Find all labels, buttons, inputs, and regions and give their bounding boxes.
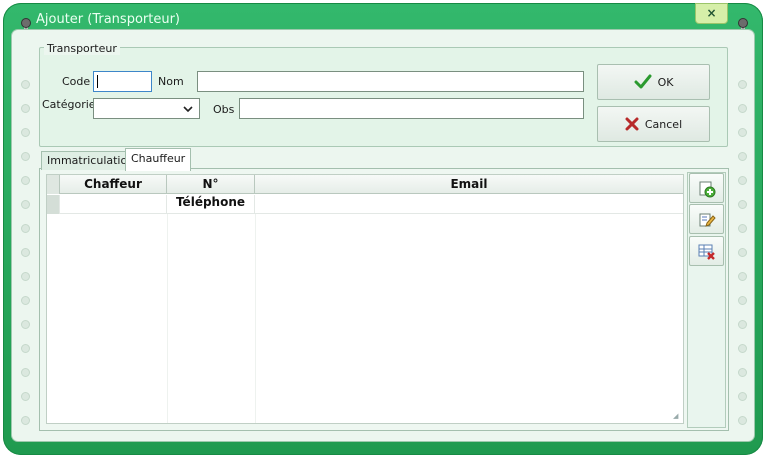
obs-field[interactable] bbox=[239, 98, 584, 119]
nom-label: Nom bbox=[158, 75, 184, 88]
resize-grip[interactable]: ◢ bbox=[673, 412, 678, 420]
binder-ring-top-left bbox=[21, 18, 31, 28]
punch-hole bbox=[738, 368, 747, 377]
delete-row-button[interactable] bbox=[689, 236, 724, 266]
punch-hole bbox=[21, 344, 30, 353]
window-title: Ajouter (Transporteur) bbox=[36, 12, 180, 27]
chevron-down-icon bbox=[183, 106, 193, 113]
punch-hole bbox=[738, 416, 747, 425]
column-header-email[interactable]: Email bbox=[255, 175, 683, 194]
punch-hole bbox=[738, 152, 747, 161]
row-selector[interactable] bbox=[47, 195, 60, 214]
cancel-label: Cancel bbox=[644, 117, 683, 131]
cell-chaffeur[interactable] bbox=[60, 195, 167, 214]
punch-hole bbox=[738, 392, 747, 401]
edit-row-button[interactable] bbox=[689, 204, 724, 234]
obs-label: Obs bbox=[213, 103, 235, 116]
punch-hole bbox=[738, 248, 747, 257]
punch-hole bbox=[21, 392, 30, 401]
column-divider bbox=[167, 214, 168, 423]
punch-hole bbox=[21, 320, 30, 329]
punch-hole bbox=[738, 320, 747, 329]
punch-hole bbox=[738, 128, 747, 137]
add-row-button[interactable] bbox=[689, 173, 724, 203]
punch-hole bbox=[21, 200, 30, 209]
punch-hole bbox=[738, 224, 747, 233]
column-header-telephone[interactable]: N° Téléphone bbox=[167, 175, 255, 209]
punch-hole bbox=[738, 80, 747, 89]
column-divider bbox=[255, 214, 256, 423]
edit-record-icon bbox=[699, 213, 716, 227]
punch-hole bbox=[21, 80, 30, 89]
nom-field[interactable] bbox=[197, 71, 584, 92]
punch-hole bbox=[21, 248, 30, 257]
add-record-icon bbox=[699, 181, 716, 198]
close-button[interactable]: × bbox=[695, 3, 728, 24]
punch-hole bbox=[21, 368, 30, 377]
chauffeur-grid: Chaffeur N° Téléphone Email bbox=[46, 174, 684, 424]
punch-hole bbox=[738, 104, 747, 113]
punch-hole bbox=[738, 200, 747, 209]
punch-hole bbox=[21, 224, 30, 233]
cancel-button[interactable]: Cancel bbox=[597, 106, 710, 142]
punch-hole bbox=[21, 176, 30, 185]
punch-hole bbox=[21, 296, 30, 305]
punch-hole bbox=[738, 272, 747, 281]
binder-ring-top-right bbox=[738, 18, 748, 28]
cell-telephone[interactable] bbox=[167, 195, 255, 214]
punch-hole bbox=[738, 344, 747, 353]
punch-hole bbox=[21, 128, 30, 137]
cross-icon bbox=[625, 117, 639, 131]
tab-chauffeur[interactable]: Chauffeur bbox=[125, 148, 192, 171]
punch-hole bbox=[738, 296, 747, 305]
categorie-label: Catégorie bbox=[42, 98, 96, 111]
ok-button[interactable]: OK bbox=[597, 64, 710, 100]
punch-hole bbox=[21, 416, 30, 425]
transporteur-legend: Transporteur bbox=[44, 42, 120, 55]
delete-record-icon bbox=[698, 244, 715, 260]
punch-hole bbox=[738, 176, 747, 185]
grid-header: Chaffeur N° Téléphone Email bbox=[47, 175, 683, 209]
code-label: Code bbox=[62, 75, 91, 88]
table-row[interactable] bbox=[47, 195, 683, 214]
categorie-select[interactable] bbox=[93, 98, 200, 119]
text-caret bbox=[97, 75, 98, 88]
column-header-chaffeur[interactable]: Chaffeur bbox=[60, 175, 167, 194]
punch-hole bbox=[21, 152, 30, 161]
punch-hole bbox=[21, 104, 30, 113]
code-field[interactable] bbox=[93, 71, 152, 92]
row-indicator-header bbox=[47, 175, 60, 194]
punch-hole bbox=[21, 272, 30, 281]
ok-label: OK bbox=[657, 75, 674, 89]
check-icon bbox=[634, 74, 652, 89]
cell-email[interactable] bbox=[255, 195, 683, 214]
